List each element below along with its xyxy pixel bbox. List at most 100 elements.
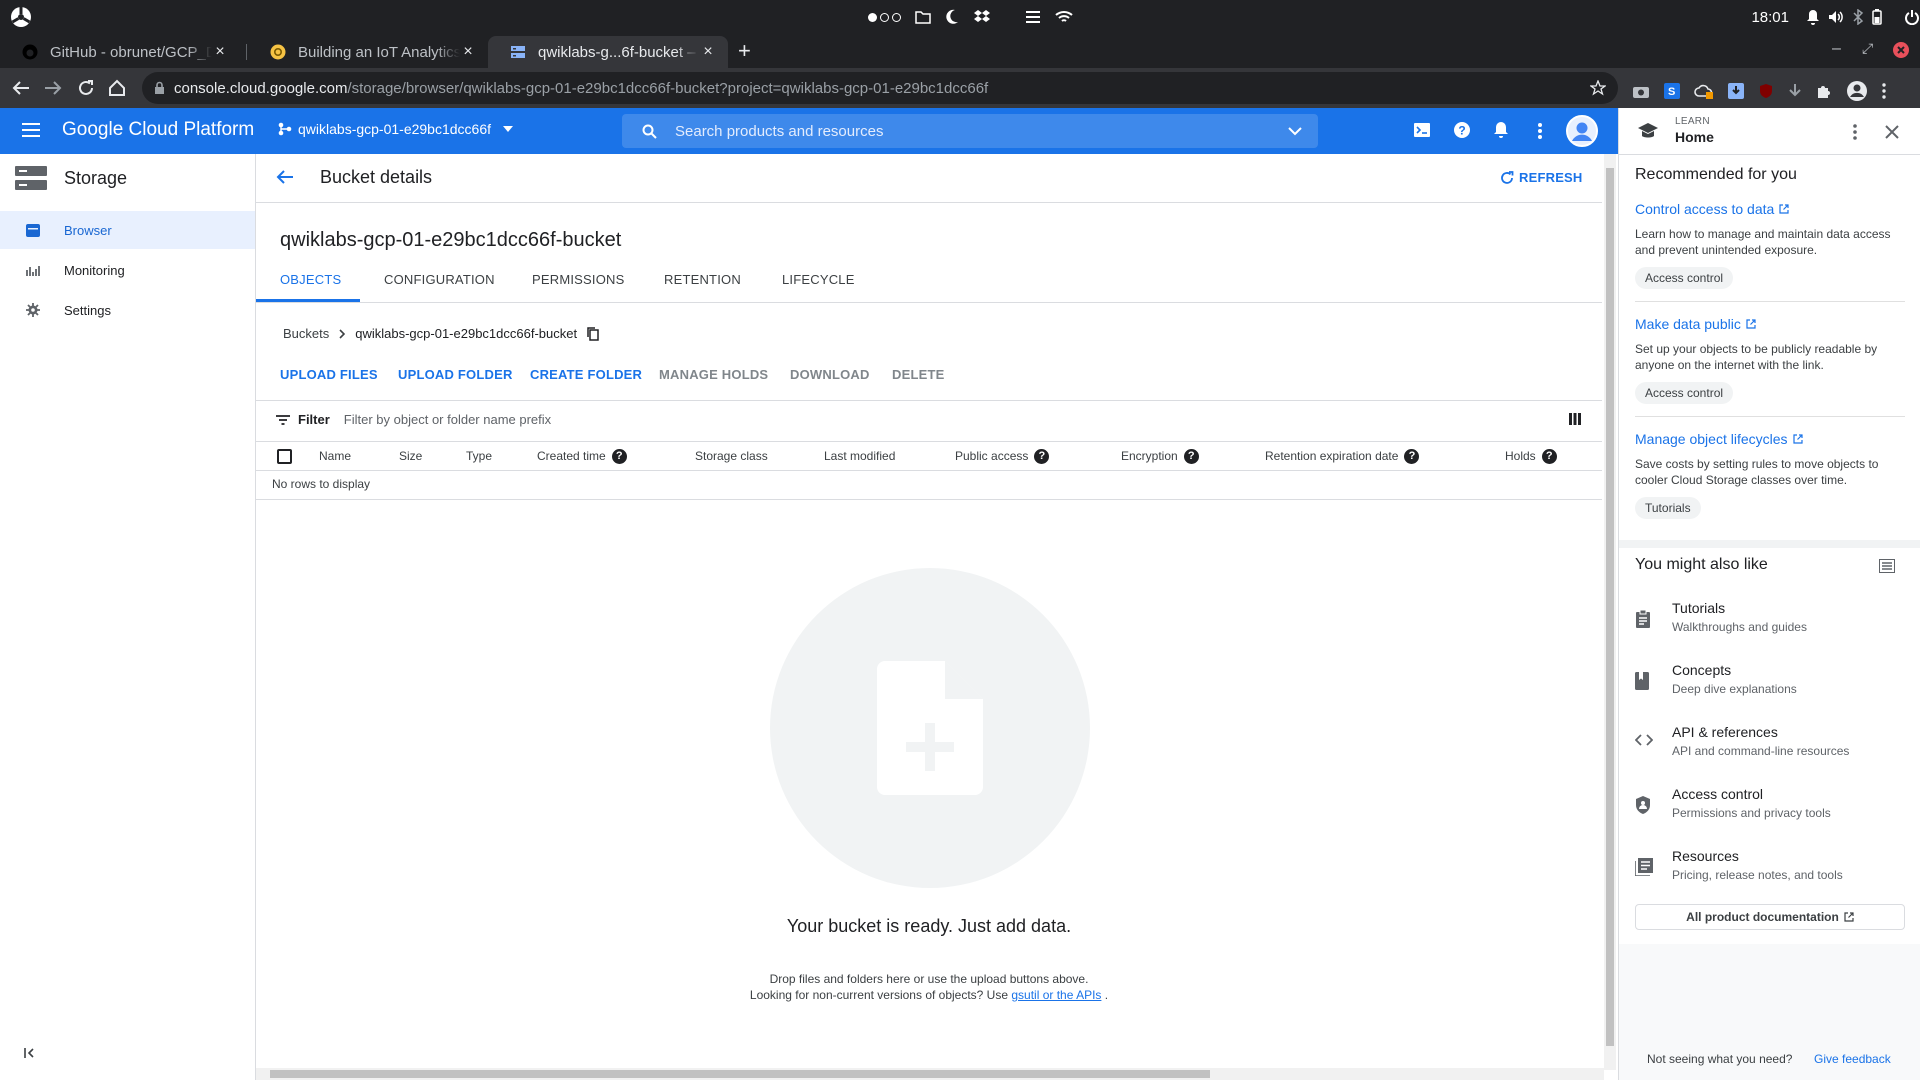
column-header-encryption[interactable]: Encryption? [1121, 442, 1199, 470]
upload-files-button[interactable]: UPLOAD FILES [280, 367, 378, 382]
notification-bell-icon[interactable] [1806, 9, 1820, 25]
moon-icon[interactable] [945, 9, 959, 25]
rec-link-manage-lifecycles[interactable]: Manage object lifecycles [1635, 431, 1803, 447]
download-button[interactable]: DOWNLOAD [790, 367, 870, 382]
help-icon[interactable]: ? [1183, 448, 1199, 464]
search-input[interactable]: Search products and resources [675, 123, 1288, 140]
chrome-menu-icon[interactable] [1882, 83, 1886, 99]
column-header-name[interactable]: Name [319, 442, 351, 470]
sidebar-item-monitoring[interactable]: Monitoring [0, 251, 255, 289]
column-header-holds[interactable]: Holds? [1505, 442, 1557, 470]
tag-chip[interactable]: Access control [1635, 267, 1734, 289]
account-avatar[interactable] [1566, 115, 1598, 147]
close-panel-icon[interactable] [1885, 125, 1899, 139]
tab-lifecycle[interactable]: LIFECYCLE [782, 256, 855, 302]
vertical-scrollbar[interactable] [1604, 154, 1616, 1070]
help-icon[interactable]: ? [1404, 448, 1420, 464]
browser-tab-bucket[interactable]: qwiklabs-g...6f-bucket – Bucket details … [488, 36, 728, 68]
manage-holds-button[interactable]: MANAGE HOLDS [659, 367, 768, 382]
close-icon[interactable]: × [700, 43, 716, 61]
column-header-public-access[interactable]: Public access? [955, 442, 1050, 470]
column-header-retention-expiration[interactable]: Retention expiration date? [1265, 442, 1420, 470]
gsutil-apis-link[interactable]: gsutil or the APIs [1011, 988, 1101, 1002]
tag-chip[interactable]: Tutorials [1635, 497, 1701, 519]
forward-arrow-icon[interactable] [44, 80, 62, 96]
filter-input[interactable]: Filter by object or folder name prefix [344, 412, 551, 427]
back-arrow-icon[interactable] [276, 169, 294, 185]
power-icon[interactable] [1904, 9, 1920, 25]
bookmark-star-icon[interactable] [1590, 80, 1606, 96]
profile-avatar-icon[interactable] [1846, 80, 1868, 102]
reload-icon[interactable] [77, 79, 95, 97]
also-like-access-control[interactable]: Access control Permissions and privacy t… [1635, 786, 1905, 830]
collapse-sidebar-icon[interactable] [24, 1047, 36, 1059]
copy-icon[interactable] [587, 326, 599, 341]
select-all-checkbox[interactable] [277, 449, 292, 464]
delete-button[interactable]: DELETE [892, 367, 944, 382]
notifications-bell-icon[interactable] [1493, 121, 1509, 139]
column-display-options-icon[interactable] [1569, 413, 1581, 425]
help-icon[interactable]: ? [1541, 448, 1557, 464]
volume-icon[interactable] [1828, 10, 1844, 24]
browser-tab-qwiklabs[interactable]: Building an IoT Analytics Pipeline × [248, 36, 488, 68]
address-bar[interactable]: console.cloud.google.com/storage/browser… [142, 72, 1618, 104]
search-bar[interactable]: Search products and resources [622, 114, 1318, 148]
cloud-extension-icon[interactable] [1694, 83, 1714, 99]
download-arrow-extension-icon[interactable] [1788, 83, 1802, 99]
cloud-shell-icon[interactable] [1414, 122, 1430, 138]
os-clock[interactable]: 18:01 [1751, 9, 1789, 26]
maximize-window-button[interactable]: ⤢ [1862, 40, 1873, 57]
tab-retention[interactable]: RETENTION [664, 256, 741, 302]
column-header-type[interactable]: Type [466, 442, 492, 470]
column-header-size[interactable]: Size [399, 442, 422, 470]
browser-tab-github[interactable]: GitHub - obrunet/GCP_Data_Engineer × [0, 36, 240, 68]
also-like-resources[interactable]: Resources Pricing, release notes, and to… [1635, 848, 1905, 892]
create-folder-button[interactable]: CREATE FOLDER [530, 367, 642, 382]
upload-folder-button[interactable]: UPLOAD FOLDER [398, 367, 513, 382]
new-tab-button[interactable]: + [738, 40, 751, 62]
column-header-storage-class[interactable]: Storage class [695, 442, 768, 470]
column-header-last-modified[interactable]: Last modified [824, 442, 895, 470]
breadcrumb-buckets-link[interactable]: Buckets [283, 326, 329, 341]
help-icon[interactable]: ? [1034, 448, 1050, 464]
help-icon[interactable]: ? [1453, 121, 1471, 139]
tab-objects[interactable]: OBJECTS [280, 256, 341, 302]
more-options-icon[interactable] [1853, 124, 1857, 140]
filter-bar[interactable]: Filter Filter by object or folder name p… [276, 412, 551, 427]
workspace-dots-icon[interactable] [868, 12, 901, 22]
dropbox-icon[interactable] [973, 9, 991, 25]
minimize-window-button[interactable]: – [1832, 40, 1841, 58]
all-product-docs-button[interactable]: All product documentation [1635, 904, 1905, 930]
os-menu-icon[interactable] [10, 6, 32, 28]
also-like-concepts[interactable]: Concepts Deep dive explanations [1635, 662, 1905, 706]
back-arrow-icon[interactable] [12, 80, 30, 96]
camera-extension-icon[interactable] [1632, 83, 1650, 99]
battery-icon[interactable] [1872, 9, 1882, 25]
close-icon[interactable]: × [460, 43, 476, 61]
app-title[interactable]: Google Cloud Platform [62, 119, 254, 141]
horizontal-scrollbar-thumb[interactable] [270, 1070, 1210, 1078]
horizontal-scrollbar[interactable] [256, 1068, 1604, 1080]
sidebar-item-settings[interactable]: Settings [0, 291, 255, 329]
list-menu-icon[interactable] [1025, 10, 1041, 24]
chevron-down-icon[interactable] [1288, 126, 1302, 136]
help-icon[interactable]: ? [611, 448, 627, 464]
column-header-created-time[interactable]: Created time? [537, 442, 627, 470]
hamburger-menu-icon[interactable] [22, 123, 40, 137]
close-window-button[interactable] [1893, 42, 1909, 58]
folder-icon[interactable] [915, 10, 931, 24]
sidebar-item-browser[interactable]: Browser [0, 211, 255, 249]
rec-link-control-access[interactable]: Control access to data [1635, 201, 1789, 217]
bluetooth-icon[interactable] [1852, 9, 1864, 25]
tab-configuration[interactable]: CONFIGURATION [384, 256, 495, 302]
home-icon[interactable] [108, 79, 126, 97]
ublock-extension-icon[interactable] [1758, 83, 1774, 99]
s-extension-icon[interactable]: S [1664, 83, 1680, 99]
wifi-icon[interactable] [1055, 10, 1073, 24]
tab-permissions[interactable]: PERMISSIONS [532, 256, 625, 302]
project-selector[interactable]: qwiklabs-gcp-01-e29bc1dcc66f [278, 121, 513, 137]
refresh-button[interactable]: REFRESH [1500, 170, 1583, 185]
also-like-api-references[interactable]: API & references API and command-line re… [1635, 724, 1905, 768]
download-box-extension-icon[interactable] [1728, 83, 1744, 99]
also-like-tutorials[interactable]: Tutorials Walkthroughs and guides [1635, 600, 1905, 644]
